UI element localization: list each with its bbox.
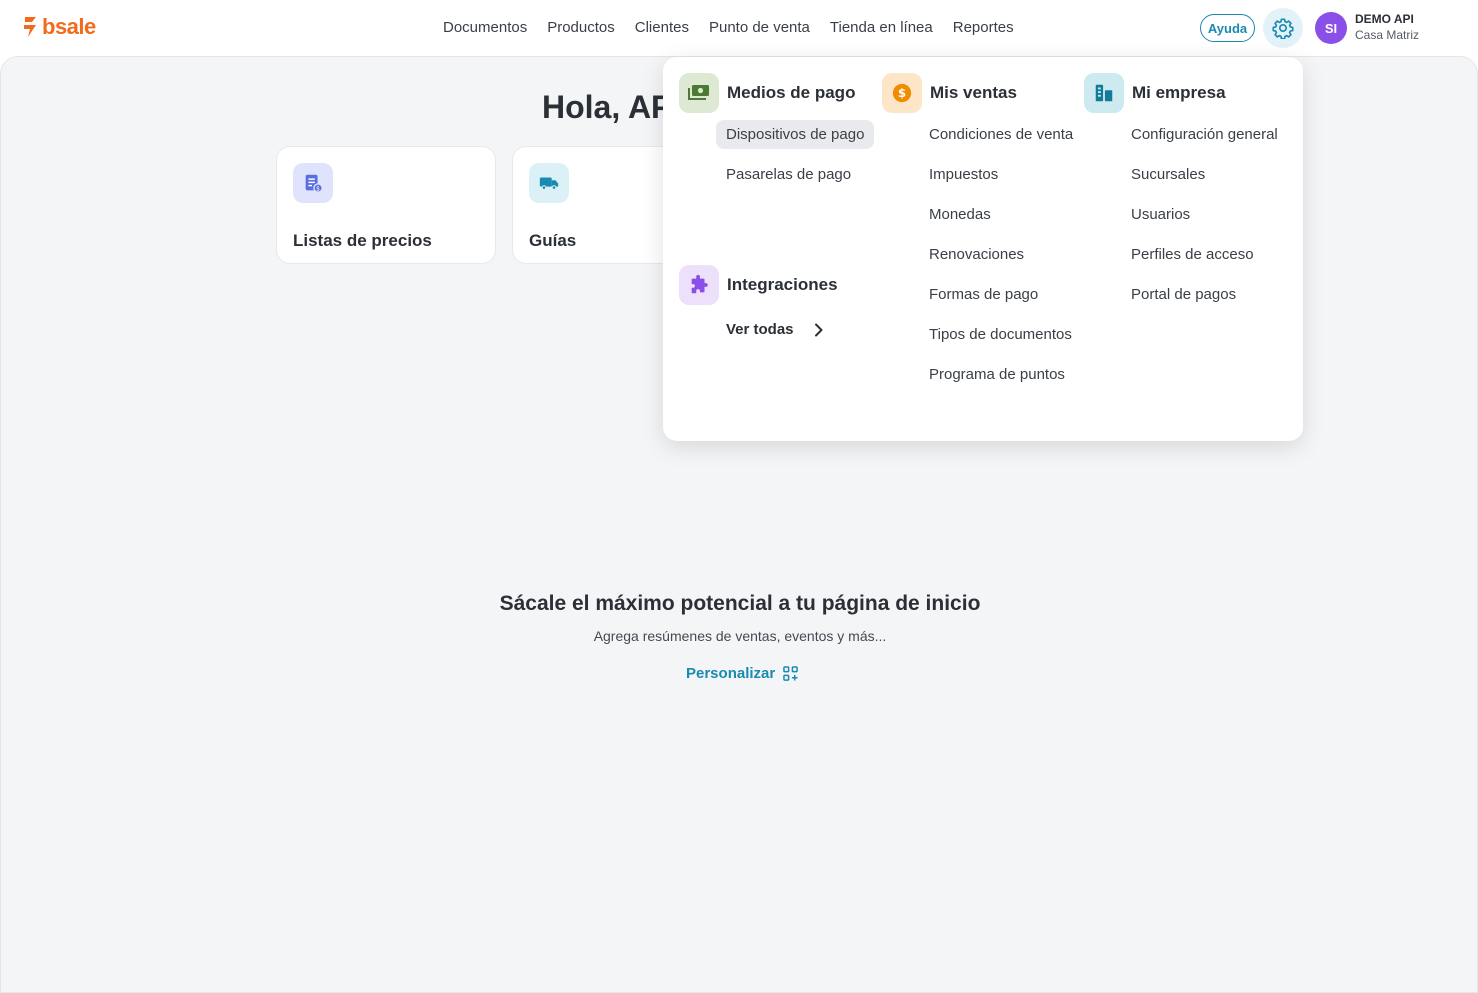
section-mis-ventas: $ Mis ventas bbox=[882, 73, 1017, 113]
menu-item-perfiles-de-acceso[interactable]: Perfiles de acceso bbox=[1121, 240, 1264, 269]
menu-item-configuracion-general[interactable]: Configuración general bbox=[1121, 120, 1288, 149]
settings-button[interactable] bbox=[1263, 8, 1303, 48]
chevron-right-icon bbox=[814, 323, 823, 336]
empty-state-subtitle: Agrega resúmenes de ventas, eventos y má… bbox=[593, 628, 887, 644]
menu-item-portal-de-pagos[interactable]: Portal de pagos bbox=[1121, 280, 1246, 309]
truck-icon bbox=[529, 163, 569, 203]
section-title: Medios de pago bbox=[727, 83, 856, 102]
help-button[interactable]: Ayuda bbox=[1200, 14, 1255, 42]
menu-item-monedas[interactable]: Monedas bbox=[919, 200, 1001, 229]
menu-item-condiciones-de-venta[interactable]: Condiciones de venta bbox=[919, 120, 1083, 149]
section-integraciones: Integraciones bbox=[679, 265, 838, 305]
menu-item-sucursales[interactable]: Sucursales bbox=[1121, 160, 1215, 189]
page-greeting: Hola, AP bbox=[542, 89, 673, 125]
price-list-icon: $ bbox=[293, 163, 333, 203]
see-all-label: Ver todas bbox=[726, 321, 794, 338]
nav-documentos[interactable]: Documentos bbox=[433, 17, 537, 38]
nav-reportes[interactable]: Reportes bbox=[943, 17, 1024, 38]
top-bar: bsale Documentos Productos Clientes Punt… bbox=[0, 0, 1478, 56]
main-nav: Documentos Productos Clientes Punto de v… bbox=[433, 17, 1024, 38]
svg-text:$: $ bbox=[898, 86, 906, 100]
menu-item-pasarelas-de-pago[interactable]: Pasarelas de pago bbox=[716, 160, 861, 189]
section-title: Integraciones bbox=[727, 275, 838, 294]
svg-text:$: $ bbox=[316, 185, 320, 192]
settings-menu: Medios de pago Dispositivos de pago Pasa… bbox=[663, 57, 1303, 441]
user-name[interactable]: DEMO API bbox=[1355, 12, 1414, 26]
section-mi-empresa: Mi empresa bbox=[1084, 73, 1226, 113]
user-avatar[interactable]: SI bbox=[1315, 12, 1347, 44]
see-all-integrations-link[interactable]: Ver todas bbox=[726, 321, 824, 338]
menu-item-programa-de-puntos[interactable]: Programa de puntos bbox=[919, 360, 1075, 389]
menu-item-impuestos[interactable]: Impuestos bbox=[919, 160, 1008, 189]
card-label: Guías bbox=[529, 231, 577, 250]
menu-item-dispositivos-de-pago[interactable]: Dispositivos de pago bbox=[716, 120, 875, 149]
menu-item-usuarios[interactable]: Usuarios bbox=[1121, 200, 1200, 229]
menu-item-tipos-de-documentos[interactable]: Tipos de documentos bbox=[919, 320, 1082, 349]
puzzle-icon bbox=[679, 265, 719, 305]
section-title: Mis ventas bbox=[930, 83, 1017, 102]
nav-clientes[interactable]: Clientes bbox=[625, 17, 699, 38]
menu-item-renovaciones[interactable]: Renovaciones bbox=[919, 240, 1034, 269]
money-icon bbox=[679, 73, 719, 113]
customize-grid-icon bbox=[783, 666, 799, 681]
card-listas-de-precios[interactable]: $ Listas de precios bbox=[276, 146, 496, 264]
nav-punto-de-venta[interactable]: Punto de venta bbox=[699, 17, 820, 38]
dollar-coin-icon: $ bbox=[882, 73, 922, 113]
empty-state-title: Sácale el máximo potencial a tu página d… bbox=[499, 592, 981, 615]
section-medios-de-pago: Medios de pago bbox=[679, 73, 855, 113]
personalize-button[interactable]: Personalizar bbox=[686, 665, 799, 682]
menu-item-formas-de-pago[interactable]: Formas de pago bbox=[919, 280, 1048, 309]
card-label: Listas de precios bbox=[293, 231, 432, 250]
gear-icon bbox=[1272, 18, 1294, 39]
bsale-logo[interactable]: bsale bbox=[22, 14, 96, 40]
section-title: Mi empresa bbox=[1132, 83, 1226, 102]
bsale-logo-mark-icon bbox=[24, 17, 36, 37]
personalize-label: Personalizar bbox=[686, 665, 776, 682]
nav-tienda-en-linea[interactable]: Tienda en línea bbox=[820, 17, 943, 38]
bsale-logo-text: bsale bbox=[42, 14, 96, 39]
nav-productos[interactable]: Productos bbox=[537, 17, 625, 38]
building-icon bbox=[1084, 73, 1124, 113]
user-branch: Casa Matriz bbox=[1355, 28, 1420, 42]
